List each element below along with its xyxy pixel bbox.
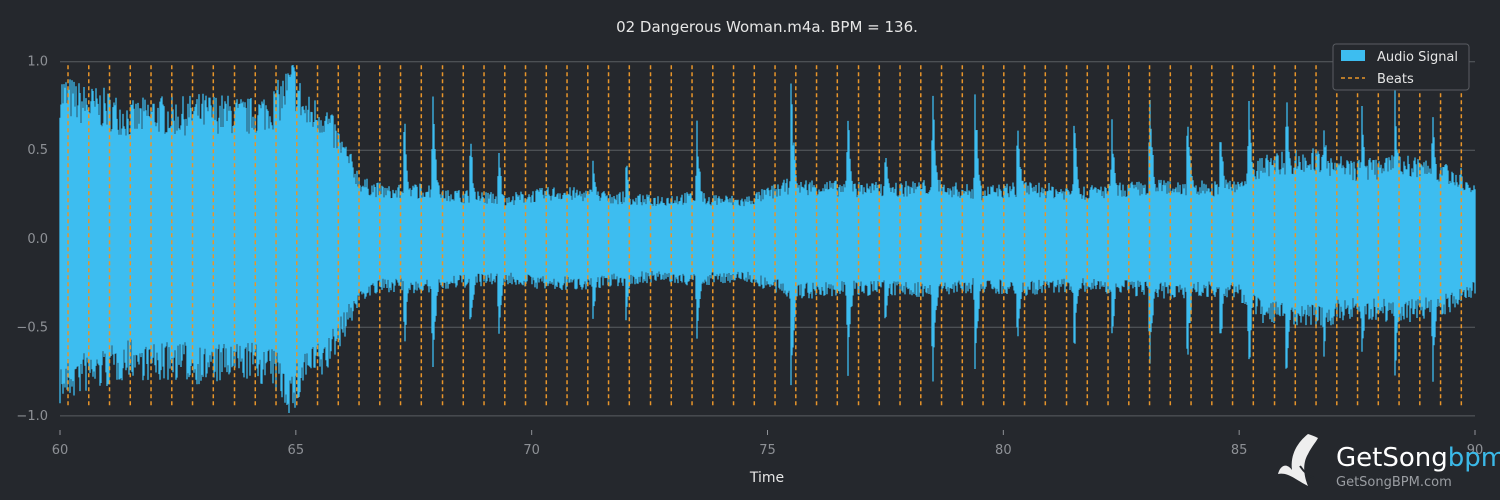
y-tick-label: −0.5 [16,320,48,335]
legend: Audio Signal Beats [1332,43,1470,91]
x-tick-label: 85 [1231,443,1248,458]
brand-name-main: GetSong [1336,443,1448,473]
x-tick-label: 75 [759,443,776,458]
y-tick-label: 0.5 [27,143,48,158]
waveform-path [59,65,1476,413]
legend-label-audio-signal: Audio Signal [1377,50,1458,65]
x-tick-label: 70 [523,443,540,458]
x-tick-label: 65 [288,443,305,458]
chart-title: 02 Dangerous Woman.m4a. BPM = 136. [616,18,918,36]
legend-label-beats: Beats [1377,72,1414,87]
watermark-logo: GetSongbpm GetSongBPM.com [1278,434,1500,490]
y-tick-label: 1.0 [27,55,48,70]
x-tick-label: 80 [995,443,1012,458]
waveform-series [59,65,1476,413]
x-axis-title: Time [749,470,784,486]
brand-url: GetSongBPM.com [1336,475,1452,490]
y-tick-label: −1.0 [16,409,48,424]
y-tick-label: 0.0 [27,232,48,247]
chart-canvas: 02 Dangerous Woman.m4a. BPM = 136. −1.0 −… [16,18,1500,490]
bird-logo-icon [1278,434,1318,486]
brand-name-accent: bpm [1448,443,1500,473]
brand-name: GetSongbpm [1336,443,1500,473]
x-tick-label: 60 [52,443,69,458]
legend-swatch-audio-signal [1341,50,1365,61]
